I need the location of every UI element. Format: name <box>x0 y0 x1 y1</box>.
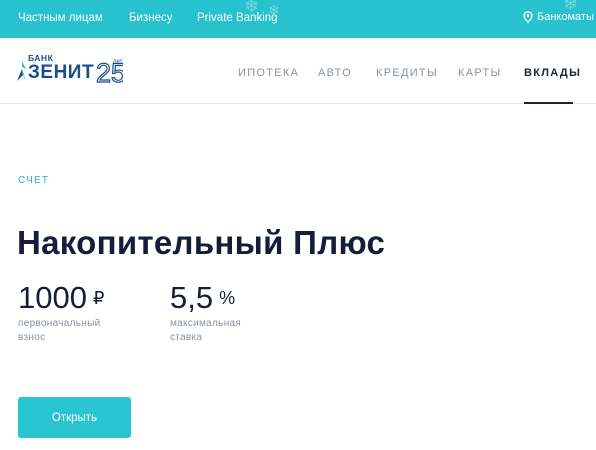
stat-value: 5,5 <box>170 280 214 315</box>
ruble-icon: ₽ <box>92 288 105 308</box>
stat-value-row: 5,5% <box>170 282 241 313</box>
nav-active-indicator <box>524 102 573 104</box>
top-link-business[interactable]: Бизнесу <box>129 12 173 24</box>
product-category: СЧЕТ <box>18 175 50 186</box>
top-link-private-banking[interactable]: Private Banking <box>197 12 278 24</box>
bank-emblem-icon <box>17 61 26 81</box>
anniversary-25-icon: 25 лет <box>95 57 123 87</box>
open-account-button[interactable]: Открыть <box>18 397 131 438</box>
atm-label: Банкоматы <box>537 11 594 23</box>
stat-caption-line: взнос <box>18 332 46 343</box>
nav-auto[interactable]: АВТО <box>318 67 352 79</box>
bank-logo[interactable]: БАНК ЗЕНИТ 25 лет <box>16 51 126 91</box>
top-link-individuals[interactable]: Частным лицам <box>18 12 103 24</box>
stat-max-rate: 5,5% максимальная ставка <box>170 282 241 345</box>
main-navbar: БАНК ЗЕНИТ 25 лет ИПОТЕКА АВТО КРЕДИТЫ К… <box>0 38 596 104</box>
stat-caption-line: максимальная <box>170 318 242 329</box>
stat-caption: первоначальный взнос <box>18 317 104 345</box>
nav-credits[interactable]: КРЕДИТЫ <box>376 67 438 79</box>
percent-icon: % <box>219 288 236 308</box>
stat-value-row: 1000 ₽ <box>18 282 104 313</box>
anniversary-years: лет <box>113 59 123 65</box>
location-pin-icon <box>523 11 533 23</box>
nav-cards[interactable]: КАРТЫ <box>458 67 502 79</box>
nav-deposits[interactable]: ВКЛАДЫ <box>524 67 581 79</box>
page-title: Накопительный Плюс <box>17 224 386 261</box>
stat-value: 1000 <box>18 280 87 315</box>
top-bar: ❄ ❄ ❄ Частным лицам Бизнесу Private Bank… <box>0 0 596 38</box>
stat-caption: максимальная ставка <box>170 317 241 345</box>
stat-caption-line: первоначальный <box>18 318 101 329</box>
stat-initial-deposit: 1000 ₽ первоначальный взнос <box>18 282 104 345</box>
stat-caption-line: ставка <box>170 332 203 343</box>
nav-mortgage[interactable]: ИПОТЕКА <box>238 67 299 79</box>
logo-name-text: ЗЕНИТ <box>28 62 95 83</box>
atm-link[interactable]: Банкоматы <box>523 11 594 23</box>
